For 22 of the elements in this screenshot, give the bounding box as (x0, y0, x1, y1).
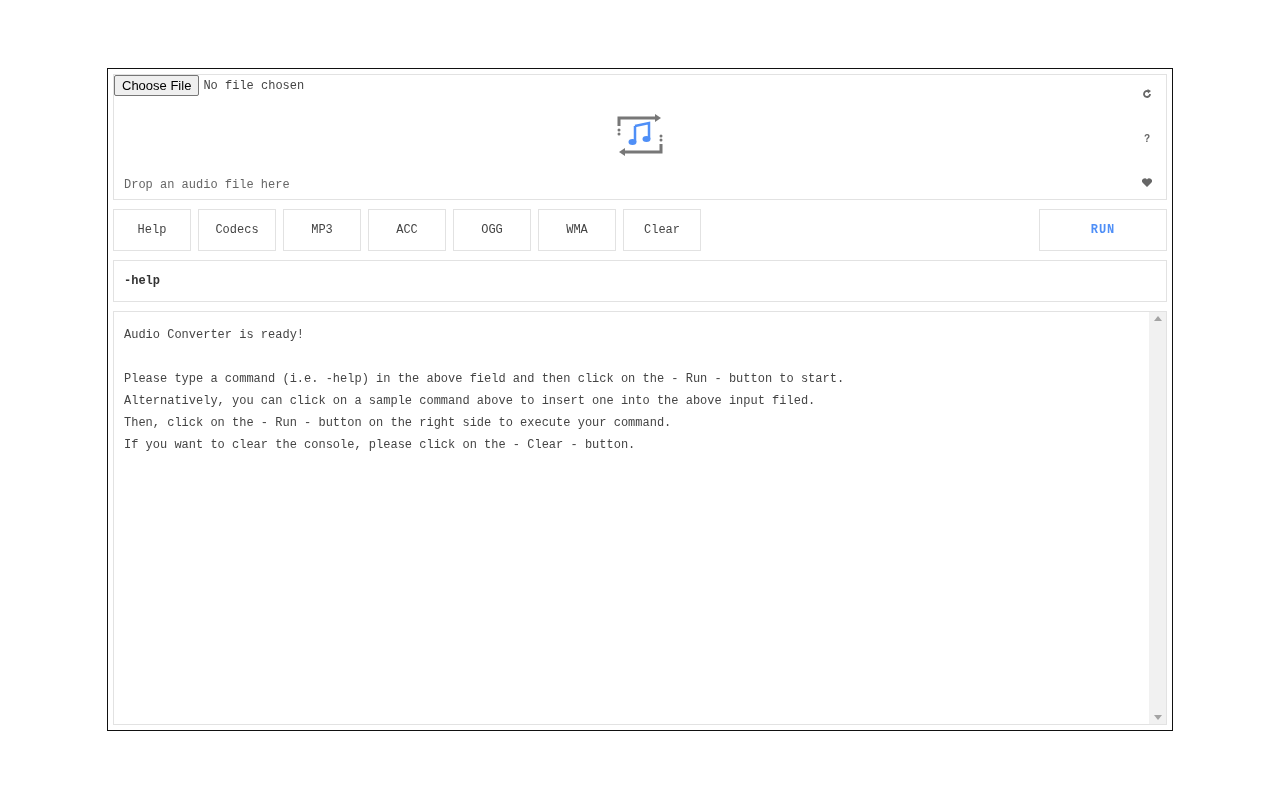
sample-command-button[interactable]: MP3 (283, 209, 361, 251)
sample-command-button[interactable]: Codecs (198, 209, 276, 251)
scroll-up-icon[interactable] (1153, 316, 1162, 321)
heart-icon[interactable] (1142, 178, 1152, 187)
console-line: Alternatively, you can click on a sample command above to insert one into the above input filed. (124, 393, 816, 410)
drop-hint: Drop an audio file here (124, 177, 290, 192)
console-line: Audio Converter is ready! (124, 327, 305, 344)
scrollbar[interactable] (1149, 312, 1166, 724)
sample-command-button[interactable]: ACC (368, 209, 446, 251)
help-icon[interactable]: ? (1143, 131, 1151, 146)
refresh-icon[interactable] (1142, 89, 1152, 99)
command-field[interactable]: -help (113, 260, 1167, 302)
console-line: If you want to clear the console, please click on the - Clear - button. (124, 437, 636, 454)
sample-command-button[interactable]: WMA (538, 209, 616, 251)
console-line: Please type a command (i.e. -help) in the above field and then click on the - Run - button to start. (124, 371, 845, 388)
sample-command-button[interactable]: Help (113, 209, 191, 251)
scroll-down-icon[interactable] (1153, 715, 1162, 720)
sample-command-button[interactable]: OGG (453, 209, 531, 251)
file-status: No file chosen (203, 77, 305, 95)
console-line: Then, click on the - Run - button on the right side to execute your command. (124, 415, 672, 432)
sample-command-button[interactable]: Clear (623, 209, 701, 251)
choose-file-button[interactable]: Choose File (114, 75, 200, 96)
